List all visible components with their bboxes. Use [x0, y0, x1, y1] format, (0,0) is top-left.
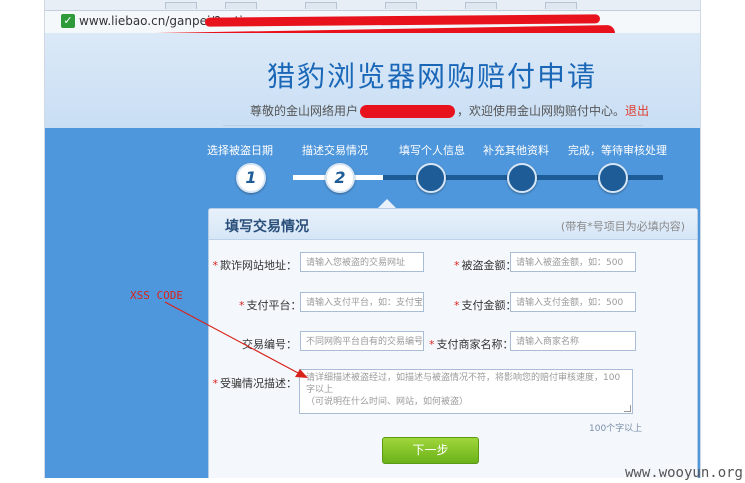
- required-star: *: [429, 338, 435, 351]
- welcome-prefix: 尊敬的金山网络用户: [250, 104, 359, 118]
- stolen-amount-label: * 被盗金额：: [454, 257, 517, 273]
- required-star: *: [212, 259, 219, 272]
- fraud-site-label: * 欺诈网站地址：: [209, 257, 298, 273]
- step-label-3: 填写个人信息: [399, 144, 465, 157]
- char-limit-hint: 100个字以上: [589, 424, 643, 434]
- pay-platform-label-text: 支付平台：: [246, 299, 302, 312]
- step-node-4: [507, 163, 537, 193]
- pay-amount-label: * 支付金额：: [454, 297, 517, 313]
- merchant-name-label-text: 支付商家名称：: [436, 338, 514, 351]
- welcome-suffix: ，欢迎使用金山网购赔付中心。: [457, 104, 626, 118]
- page-title: 猎豹浏览器网购赔付申请: [267, 60, 598, 93]
- pay-amount-input[interactable]: 请输入支付金额，如：500: [510, 292, 636, 312]
- panel-header: 填写交易情况 (带有*号项目为必填内容): [209, 209, 697, 240]
- step-label-1: 选择被盗日期: [207, 144, 273, 157]
- browser-tab[interactable]: [165, 2, 197, 9]
- description-label-text: 受骗情况描述：: [220, 377, 297, 390]
- required-note: (带有*号项目为必填内容): [560, 220, 685, 233]
- tab-strip: [45, 0, 700, 11]
- secure-check-icon: ✓: [61, 14, 75, 28]
- browser-window: ✓ www.liebao.cn/ganpei/?acti 猎豹浏览器网购赔付申请…: [44, 0, 701, 478]
- browser-tab[interactable]: [305, 2, 337, 9]
- resize-grip-icon[interactable]: [624, 405, 631, 412]
- step-node-1: 1: [236, 163, 266, 193]
- merchant-name-label: * 支付商家名称：: [429, 336, 514, 352]
- trade-no-label: 交易编号：: [242, 338, 297, 351]
- required-star: *: [239, 299, 245, 312]
- browser-tab[interactable]: [225, 2, 257, 9]
- redacted-username: [360, 105, 456, 118]
- page-header: 猎豹浏览器网购赔付申请 尊敬的金山网络用户 ，欢迎使用金山网购赔付中心。退出: [45, 33, 700, 128]
- step-node-2: 2: [325, 163, 355, 193]
- required-star: *: [454, 299, 460, 312]
- pay-platform-input[interactable]: 请输入支付平台，如：支付宝: [300, 292, 424, 312]
- description-placeholder-line2: （可说明在什么时间、网站，如何被盗）: [306, 397, 469, 407]
- step-label-4: 补充其他资料: [483, 144, 549, 157]
- pay-platform-label: * 支付平台：: [239, 297, 302, 313]
- step-node-3: [416, 163, 446, 193]
- xss-annotation-label: XSS CODE: [130, 289, 183, 302]
- divider: [223, 125, 643, 126]
- step-node-5: [598, 163, 628, 193]
- browser-tab[interactable]: [385, 2, 417, 9]
- browser-tab[interactable]: [465, 2, 497, 9]
- browser-tab[interactable]: [545, 2, 577, 9]
- step-label-2: 描述交易情况: [302, 144, 368, 157]
- required-star: *: [212, 377, 219, 390]
- merchant-name-input[interactable]: 请输入商家名称: [510, 331, 636, 351]
- stolen-amount-input[interactable]: 请输入被盗金额，如：500: [510, 252, 636, 272]
- form-panel: 填写交易情况 (带有*号项目为必填内容) * 欺诈网站地址： 请输入您被盗的交易网…: [208, 208, 698, 478]
- pay-amount-label-text: 支付金额：: [461, 299, 517, 312]
- required-star: *: [454, 259, 460, 272]
- watermark: www.wooyun.org: [624, 465, 743, 481]
- next-step-button[interactable]: 下一步: [382, 437, 479, 464]
- panel-title: 填写交易情况: [225, 219, 309, 235]
- logout-link[interactable]: 退出: [625, 104, 649, 118]
- trade-no-input[interactable]: 不同网购平台自有的交易编号: [300, 331, 424, 351]
- welcome-message: 尊敬的金山网络用户 ，欢迎使用金山网购赔付中心。退出: [250, 102, 649, 119]
- fraud-site-label-text: 欺诈网站地址：: [220, 259, 297, 272]
- description-textarea[interactable]: 请详细描述被盗经过，如描述与被盗情况不符，将影响您的赔付审核速度，100字以上 …: [299, 369, 633, 414]
- stolen-amount-label-text: 被盗金额：: [461, 259, 517, 272]
- step-label-5: 完成，等待审核处理: [568, 144, 667, 157]
- description-label: * 受骗情况描述：: [209, 375, 298, 391]
- fraud-site-input[interactable]: 请输入您被盗的交易网址: [300, 252, 424, 272]
- description-placeholder-line1: 请详细描述被盗经过，如描述与被盗情况不符，将影响您的赔付审核速度，100字以上: [306, 373, 621, 395]
